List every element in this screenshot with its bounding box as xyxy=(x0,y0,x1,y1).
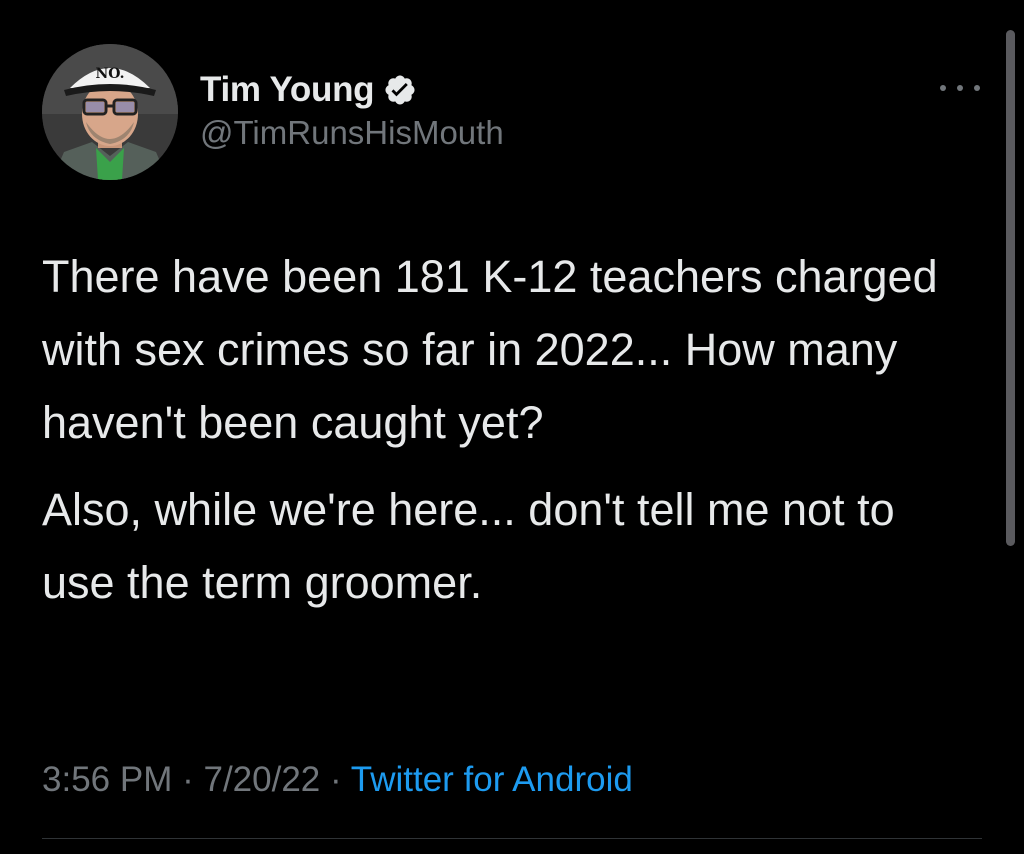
scrollbar[interactable] xyxy=(1006,30,1015,546)
more-options-icon[interactable] xyxy=(938,74,982,102)
tweet-text: There have been 181 K-12 teachers charge… xyxy=(42,240,972,619)
tweet-paragraph: Also, while we're here... don't tell me … xyxy=(42,484,895,608)
meta-separator: · xyxy=(182,760,194,799)
meta-separator: · xyxy=(330,760,342,799)
author-handle[interactable]: @TimRunsHisMouth xyxy=(200,114,504,152)
tweet-detail: NO. Tim Young @TimRunsHisMouth There hav… xyxy=(0,0,1024,854)
verified-badge-icon xyxy=(383,73,417,107)
divider xyxy=(42,838,982,839)
tweet-time[interactable]: 3:56 PM xyxy=(42,760,172,799)
avatar[interactable]: NO. xyxy=(42,44,178,180)
author-name-row: Tim Young xyxy=(200,68,417,112)
avatar-hat-text: NO. xyxy=(95,66,124,82)
avatar-image: NO. xyxy=(42,44,178,180)
tweet-meta: 3:56 PM · 7/20/22 · Twitter for Android xyxy=(42,760,633,800)
author-display-name[interactable]: Tim Young xyxy=(200,70,375,110)
tweet-date[interactable]: 7/20/22 xyxy=(203,760,320,799)
tweet-paragraph: There have been 181 K-12 teachers charge… xyxy=(42,251,938,448)
tweet-source-link[interactable]: Twitter for Android xyxy=(351,760,633,799)
